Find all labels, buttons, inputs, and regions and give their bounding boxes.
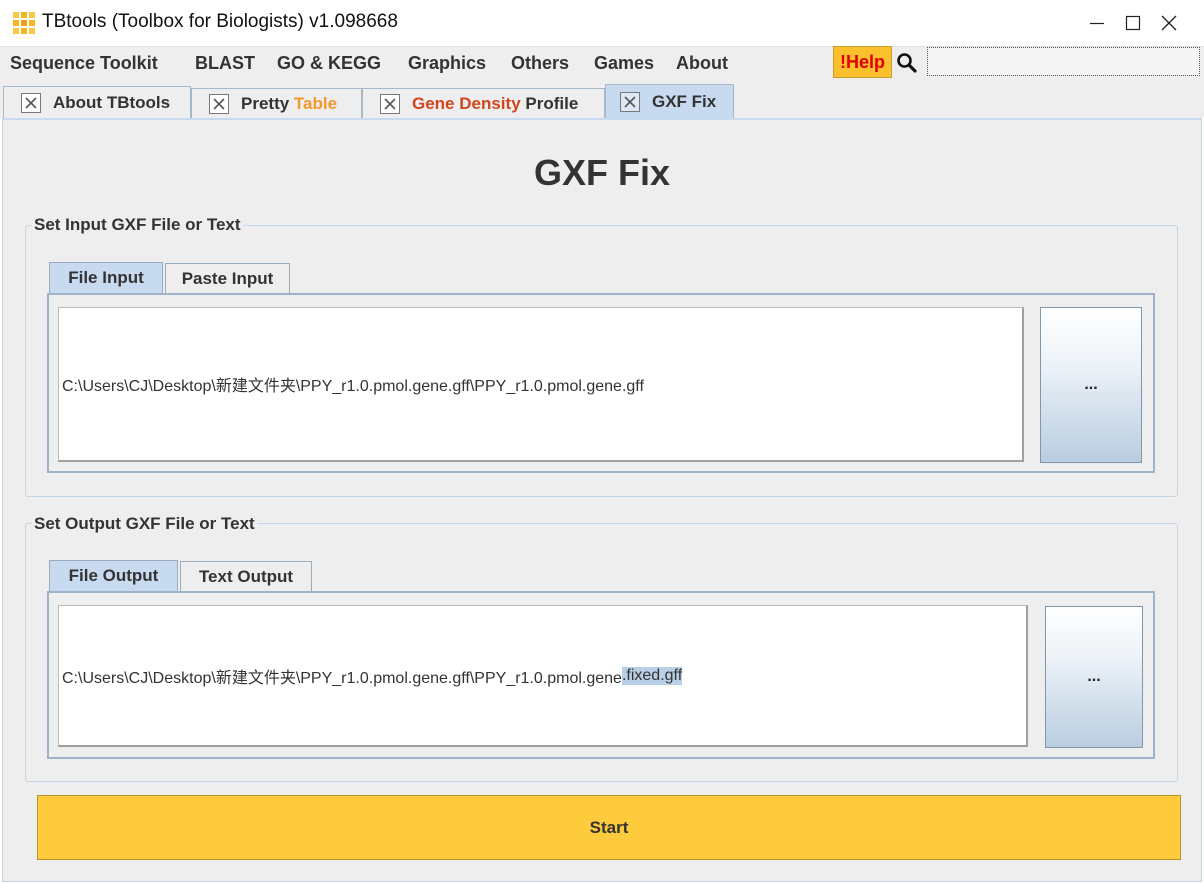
menu-go-kegg[interactable]: GO & KEGG	[277, 53, 381, 74]
tab-label-suffix: Profile	[525, 93, 579, 113]
menu-games[interactable]: Games	[594, 53, 654, 74]
tab-label-prefix: Pretty	[241, 93, 290, 113]
logo-tile	[28, 11, 36, 19]
logo-tile	[12, 11, 20, 19]
input-browse-button[interactable]: ...	[1040, 307, 1142, 463]
tab-paste-input[interactable]: Paste Input	[165, 263, 290, 293]
output-file-path-field[interactable]: C:\Users\CJ\Desktop\新建文件夹\PPY_r1.0.pmol.…	[58, 605, 1028, 747]
tab-gene-density-profile[interactable]: Gene Density Profile	[362, 88, 605, 118]
input-file-path-text: C:\Users\CJ\Desktop\新建文件夹\PPY_r1.0.pmol.…	[62, 378, 644, 395]
menu-others[interactable]: Others	[511, 53, 569, 74]
input-group-legend: Set Input GXF File or Text	[32, 215, 243, 235]
menu-blast[interactable]: BLAST	[195, 53, 255, 74]
logo-tile	[12, 27, 20, 35]
close-icon	[25, 96, 37, 109]
close-icon	[213, 97, 225, 110]
tab-gxf-fix[interactable]: GXF Fix	[605, 84, 734, 118]
tab-close-button[interactable]	[620, 91, 640, 112]
input-file-path-field[interactable]: C:\Users\CJ\Desktop\新建文件夹\PPY_r1.0.pmol.…	[58, 307, 1024, 462]
tab-text-output[interactable]: Text Output	[180, 561, 312, 591]
output-group-legend: Set Output GXF File or Text	[32, 514, 257, 534]
tab-close-button[interactable]	[380, 93, 400, 114]
menu-about[interactable]: About	[676, 53, 728, 74]
document-tab-bar: About TBtools Pretty Table Gene Density …	[0, 80, 1204, 118]
tab-label: About TBtools	[53, 92, 171, 112]
tab-file-output[interactable]: File Output	[49, 560, 178, 591]
page-title: GXF Fix	[533, 152, 671, 193]
logo-tile	[20, 19, 28, 27]
close-window-button[interactable]	[1134, 0, 1204, 46]
close-icon	[384, 97, 396, 110]
output-file-path-text: C:\Users\CJ\Desktop\新建文件夹\PPY_r1.0.pmol.…	[62, 669, 622, 687]
logo-tile	[12, 19, 20, 27]
tab-label-highlight: Gene Density	[412, 93, 521, 113]
close-icon	[624, 95, 636, 108]
window-title: TBtools (Toolbox for Biologists) v1.0986…	[42, 11, 398, 32]
tab-close-button[interactable]	[209, 93, 229, 114]
tab-close-button[interactable]	[21, 92, 41, 113]
search-input[interactable]	[927, 47, 1200, 76]
output-browse-button[interactable]: ...	[1045, 606, 1143, 748]
start-button[interactable]: Start	[37, 795, 1181, 860]
app-logo-icon	[12, 11, 36, 35]
search-icon[interactable]	[895, 51, 919, 75]
logo-tile	[28, 27, 36, 35]
title-bar: TBtools (Toolbox for Biologists) v1.0986…	[0, 0, 1204, 46]
output-file-path-selection: .fixed.gff	[621, 666, 683, 685]
tab-about-tbtools[interactable]: About TBtools	[3, 86, 191, 118]
logo-tile	[20, 27, 28, 35]
menu-sequence-toolkit[interactable]: Sequence Toolkit	[10, 53, 158, 74]
tab-label: GXF Fix	[652, 91, 717, 111]
close-icon	[1161, 15, 1177, 31]
tab-file-input[interactable]: File Input	[49, 262, 163, 293]
menu-graphics[interactable]: Graphics	[408, 53, 486, 74]
logo-tile	[28, 19, 36, 27]
tab-label-highlight: Table	[293, 93, 338, 113]
logo-tile	[20, 11, 28, 19]
tab-pretty-table[interactable]: Pretty Table	[191, 88, 362, 118]
help-button[interactable]: !Help	[833, 46, 892, 78]
